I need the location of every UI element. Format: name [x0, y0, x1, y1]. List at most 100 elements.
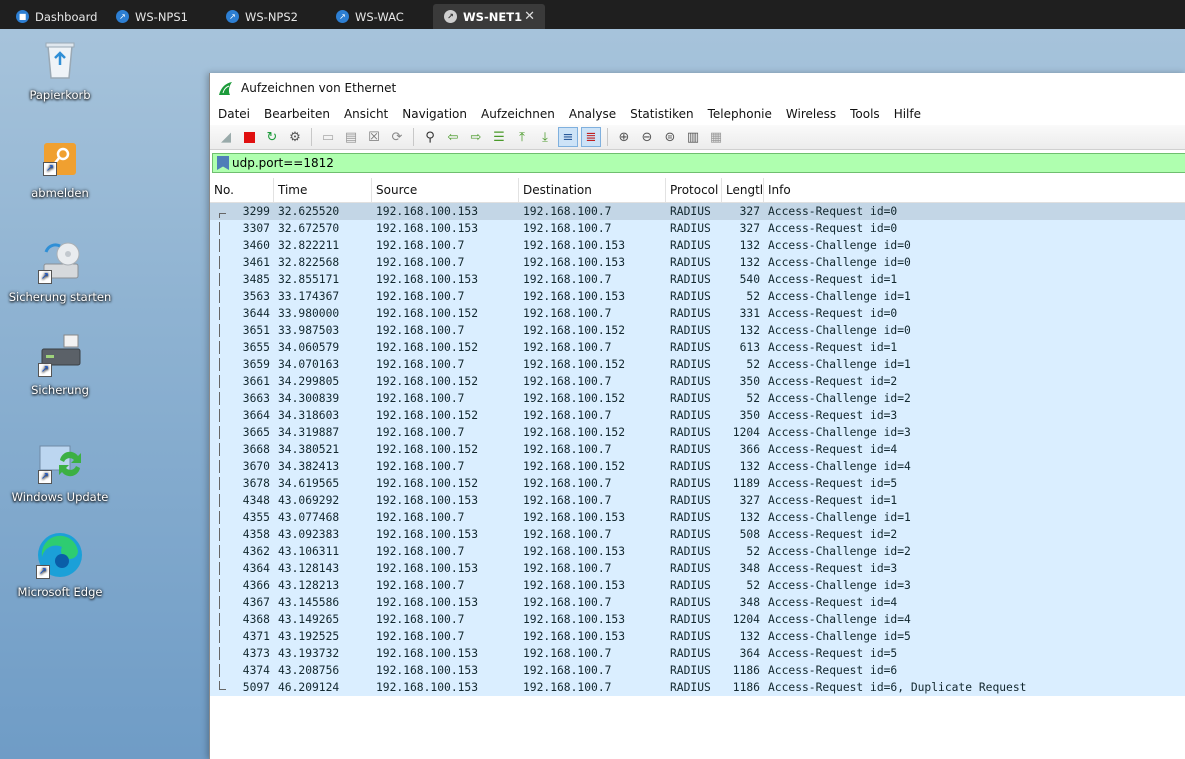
table-row[interactable]: 4371 43.192525 192.168.100.7 192.168.100.15…: [210, 628, 1185, 645]
first-packet-icon[interactable]: ⤒: [512, 127, 532, 147]
desktop-icon-papierkorb[interactable]: Papierkorb: [8, 38, 112, 102]
desktop-icon-label: Microsoft Edge: [17, 585, 103, 599]
desktop-icon-abmelden[interactable]: ↗ abmelden: [8, 142, 112, 200]
table-row[interactable]: 4364 43.128143 192.168.100.153 192.168.100.…: [210, 560, 1185, 577]
cell-no-text: 5097: [242, 681, 270, 694]
filter-text[interactable]: udp.port==1812: [232, 156, 334, 170]
menu-tools[interactable]: Tools: [843, 107, 887, 121]
autoscroll-icon[interactable]: ≡: [558, 127, 578, 147]
layout-icon[interactable]: ▦: [706, 127, 726, 147]
table-row[interactable]: 3651 33.987503 192.168.100.7 192.168.100.15…: [210, 322, 1185, 339]
table-row[interactable]: 4355 43.077468 192.168.100.7 192.168.100.15…: [210, 509, 1185, 526]
table-row[interactable]: 4366 43.128213 192.168.100.7 192.168.100.15…: [210, 577, 1185, 594]
cell-destination: 192.168.100.7: [519, 647, 666, 660]
table-row[interactable]: 5097 46.209124 192.168.100.153 192.168.100.…: [210, 679, 1185, 696]
capture-options-icon[interactable]: ⚙: [285, 127, 305, 147]
cell-protocol: RADIUS: [666, 647, 722, 660]
go-to-packet-icon[interactable]: ☰: [489, 127, 509, 147]
reload-icon[interactable]: ⟳: [387, 127, 407, 147]
table-row[interactable]: 4368 43.149265 192.168.100.7 192.168.100.15…: [210, 611, 1185, 628]
table-row[interactable]: 3460 32.822211 192.168.100.7 192.168.100.15…: [210, 237, 1185, 254]
open-file-icon[interactable]: ▭: [318, 127, 338, 147]
cell-length-text: 540: [739, 273, 760, 286]
table-row[interactable]: 3563 33.174367 192.168.100.7 192.168.100.15…: [210, 288, 1185, 305]
column-header-source[interactable]: Source: [372, 178, 519, 202]
table-row[interactable]: 4373 43.193732 192.168.100.153 192.168.100.…: [210, 645, 1185, 662]
desktop-icon-sicherung[interactable]: ↗ Sicherung: [8, 333, 112, 397]
table-row[interactable]: 3299 32.625520 192.168.100.153 192.168.100.…: [210, 203, 1185, 220]
tab-dashboard[interactable]: ■ Dashboard: [2, 4, 102, 29]
table-row[interactable]: 3670 34.382413 192.168.100.7 192.168.100.15…: [210, 458, 1185, 475]
table-row[interactable]: 3655 34.060579 192.168.100.152 192.168.100.…: [210, 339, 1185, 356]
column-header-length[interactable]: Lengtl: [722, 178, 764, 202]
column-header-no[interactable]: No.: [210, 178, 274, 202]
desktop-icon-microsoft-edge[interactable]: ↗ Microsoft Edge: [8, 531, 112, 599]
resize-columns-icon[interactable]: ▥: [683, 127, 703, 147]
cell-length: 331: [722, 307, 764, 320]
packet-list[interactable]: No. Time Source Destination Protocol Len…: [210, 178, 1185, 696]
menu-ansicht[interactable]: Ansicht: [337, 107, 395, 121]
save-file-icon[interactable]: ▤: [341, 127, 361, 147]
cell-protocol-text: RADIUS: [670, 562, 711, 575]
cell-source: 192.168.100.7: [372, 256, 519, 269]
desktop-icon-sicherung-starten[interactable]: ↗ Sicherung starten: [8, 240, 112, 304]
cell-no: 4348: [210, 494, 274, 507]
zoom-normal-icon[interactable]: ⊜: [660, 127, 680, 147]
last-packet-icon[interactable]: ⤓: [535, 127, 555, 147]
table-row[interactable]: 3659 34.070163 192.168.100.7 192.168.100.15…: [210, 356, 1185, 373]
back-icon[interactable]: ⇦: [443, 127, 463, 147]
menu-telephonie[interactable]: Telephonie: [701, 107, 779, 121]
menu-analyse[interactable]: Analyse: [562, 107, 623, 121]
table-row[interactable]: 3665 34.319887 192.168.100.7 192.168.100.15…: [210, 424, 1185, 441]
table-row[interactable]: 3485 32.855171 192.168.100.153 192.168.100.…: [210, 271, 1185, 288]
start-capture-icon[interactable]: ◢: [216, 127, 236, 147]
cell-no-text: 3563: [242, 290, 270, 303]
column-header-time[interactable]: Time: [274, 178, 372, 202]
forward-icon[interactable]: ⇨: [466, 127, 486, 147]
desktop-icon-windows-update[interactable]: ↗ Windows Update: [8, 440, 112, 504]
tab-ws-nps1[interactable]: ↗ WS-NPS1: [102, 4, 212, 29]
tab-ws-nps2[interactable]: ↗ WS-NPS2: [212, 4, 322, 29]
find-packet-icon[interactable]: ⚲: [420, 127, 440, 147]
menu-statistiken[interactable]: Statistiken: [623, 107, 701, 121]
zoom-in-icon[interactable]: ⊕: [614, 127, 634, 147]
tab-ws-wac[interactable]: ↗ WS-WAC: [322, 4, 432, 29]
table-row[interactable]: 3678 34.619565 192.168.100.152 192.168.100.…: [210, 475, 1185, 492]
table-row[interactable]: 3307 32.672570 192.168.100.153 192.168.100.…: [210, 220, 1185, 237]
close-file-icon[interactable]: ☒: [364, 127, 384, 147]
table-row[interactable]: 3644 33.980000 192.168.100.152 192.168.100.…: [210, 305, 1185, 322]
table-row[interactable]: 3461 32.822568 192.168.100.7 192.168.100.15…: [210, 254, 1185, 271]
tab-ws-net1[interactable]: ↗ WS-NET1 ✕: [433, 4, 545, 29]
cell-destination-text: 192.168.100.153: [523, 630, 626, 643]
column-header-destination[interactable]: Destination: [519, 178, 666, 202]
table-row[interactable]: 4358 43.092383 192.168.100.153 192.168.100.…: [210, 526, 1185, 543]
cell-time: 33.987503: [274, 324, 372, 337]
column-header-protocol[interactable]: Protocol: [666, 178, 722, 202]
display-filter-input[interactable]: udp.port==1812: [212, 153, 1185, 173]
table-row[interactable]: 3668 34.380521 192.168.100.152 192.168.100.…: [210, 441, 1185, 458]
table-row[interactable]: 4367 43.145586 192.168.100.153 192.168.100.…: [210, 594, 1185, 611]
table-row[interactable]: 4374 43.208756 192.168.100.153 192.168.100.…: [210, 662, 1185, 679]
table-row[interactable]: 4348 43.069292 192.168.100.153 192.168.100.…: [210, 492, 1185, 509]
stop-capture-icon[interactable]: [239, 127, 259, 147]
cell-info: Access-Challenge id=0: [764, 324, 1185, 337]
cell-no-text: 4374: [242, 664, 270, 677]
table-row[interactable]: 3661 34.299805 192.168.100.152 192.168.100.…: [210, 373, 1185, 390]
menu-navigation[interactable]: Navigation: [395, 107, 474, 121]
column-header-info[interactable]: Info: [764, 178, 1185, 202]
restart-capture-icon[interactable]: ↻: [262, 127, 282, 147]
menu-bearbeiten[interactable]: Bearbeiten: [257, 107, 337, 121]
bookmark-icon[interactable]: [217, 156, 229, 170]
table-row[interactable]: 3663 34.300839 192.168.100.7 192.168.100.15…: [210, 390, 1185, 407]
cell-no-text: 4368: [242, 613, 270, 626]
zoom-out-icon[interactable]: ⊖: [637, 127, 657, 147]
cell-info-text: Access-Request id=3: [768, 562, 898, 575]
menu-hilfe[interactable]: Hilfe: [887, 107, 928, 121]
table-row[interactable]: 4362 43.106311 192.168.100.7 192.168.100.15…: [210, 543, 1185, 560]
menu-wireless[interactable]: Wireless: [779, 107, 843, 121]
menu-aufzeichnen[interactable]: Aufzeichnen: [474, 107, 562, 121]
menu-datei[interactable]: Datei: [211, 107, 257, 121]
table-row[interactable]: 3664 34.318603 192.168.100.152 192.168.100.…: [210, 407, 1185, 424]
colorize-icon[interactable]: ≣: [581, 127, 601, 147]
close-tab-icon[interactable]: ✕: [524, 9, 535, 24]
